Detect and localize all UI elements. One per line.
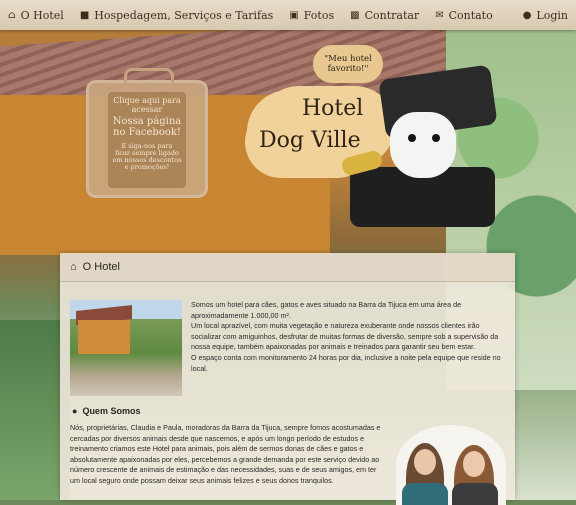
nav-item-hospedagem[interactable]: ■ Hospedagem, Serviços e Tarifas [72, 0, 282, 30]
facebook-text: Clique aqui para acessar Nossa página no… [108, 92, 186, 188]
login-label: Login [536, 8, 568, 22]
facebook-line: Clique aqui para [113, 96, 181, 105]
intro-paragraph: O espaço conta com monitoramento 24 hora… [191, 352, 501, 373]
content-panel: ⌂ O Hotel Somos um hotel para cães, gato… [60, 253, 515, 505]
owner-shirt [452, 483, 498, 505]
home-icon: ⌂ [8, 9, 16, 21]
nav-item-label: Hospedagem, Serviços e Tarifas [94, 8, 274, 22]
nav-item-label: Fotos [303, 8, 335, 22]
nav-item-contato[interactable]: ✉ Contato [427, 0, 501, 30]
dog-illustration [390, 112, 456, 178]
facebook-small-line: e promoções! [124, 163, 170, 171]
about-heading: ● Quem Somos [72, 406, 140, 416]
dog-eye [408, 134, 416, 142]
dog-eye [432, 134, 440, 142]
owner-face [463, 451, 485, 477]
owner-shirt [402, 483, 448, 505]
envelope-icon: ✉ [435, 9, 444, 21]
nav-item-contratar[interactable]: ▩ Contratar [342, 0, 427, 30]
facebook-big-line: Nossa página [112, 116, 182, 127]
panel-heading: ⌂ O Hotel [60, 253, 515, 282]
bubble-line: "Meu hotel [324, 54, 372, 64]
facebook-big-line: no Facebook! [113, 127, 181, 138]
nav-item-label: Contratar [364, 8, 420, 22]
user-icon: ● [72, 406, 78, 416]
nav-item-o-hotel[interactable]: ⌂ O Hotel [0, 0, 72, 30]
briefcase-icon: ■ [79, 9, 90, 21]
home-icon: ⌂ [70, 261, 77, 273]
facebook-line: acessar [131, 105, 163, 114]
image-icon: ▣ [289, 9, 299, 21]
about-heading-text: Quem Somos [82, 406, 141, 416]
intro-paragraph: Somos um hotel para cães, gatos e aves s… [191, 300, 462, 320]
hotel-title-line2: Dog Ville [259, 128, 361, 153]
photo-wall [78, 320, 130, 354]
about-text: Nós, proprietárias, Claudia e Paula, mor… [70, 423, 381, 485]
top-navbar: ⌂ O Hotel ■ Hospedagem, Serviços e Tarif… [0, 0, 576, 30]
facebook-suitcase-link[interactable]: Clique aqui para acessar Nossa página no… [86, 68, 208, 198]
user-icon: ● [522, 9, 532, 21]
clipboard-icon: ▩ [350, 9, 360, 21]
nav-item-label: O Hotel [20, 8, 64, 22]
panel-heading-text: O Hotel [82, 261, 120, 273]
owner-face [414, 449, 436, 475]
login-link[interactable]: ● Login [515, 0, 576, 30]
intro-text: Somos um hotel para cães, gatos e aves s… [191, 300, 507, 374]
suitcase-handle [124, 68, 174, 85]
hotel-photo [70, 300, 182, 396]
dog-in-suitcase-illustration [340, 64, 498, 227]
owners-photo [396, 425, 506, 505]
nav-item-label: Contato [448, 8, 493, 22]
intro-paragraph: Um local aprazível, com muita vegetação … [191, 321, 499, 352]
nav-item-fotos[interactable]: ▣ Fotos [281, 0, 342, 30]
